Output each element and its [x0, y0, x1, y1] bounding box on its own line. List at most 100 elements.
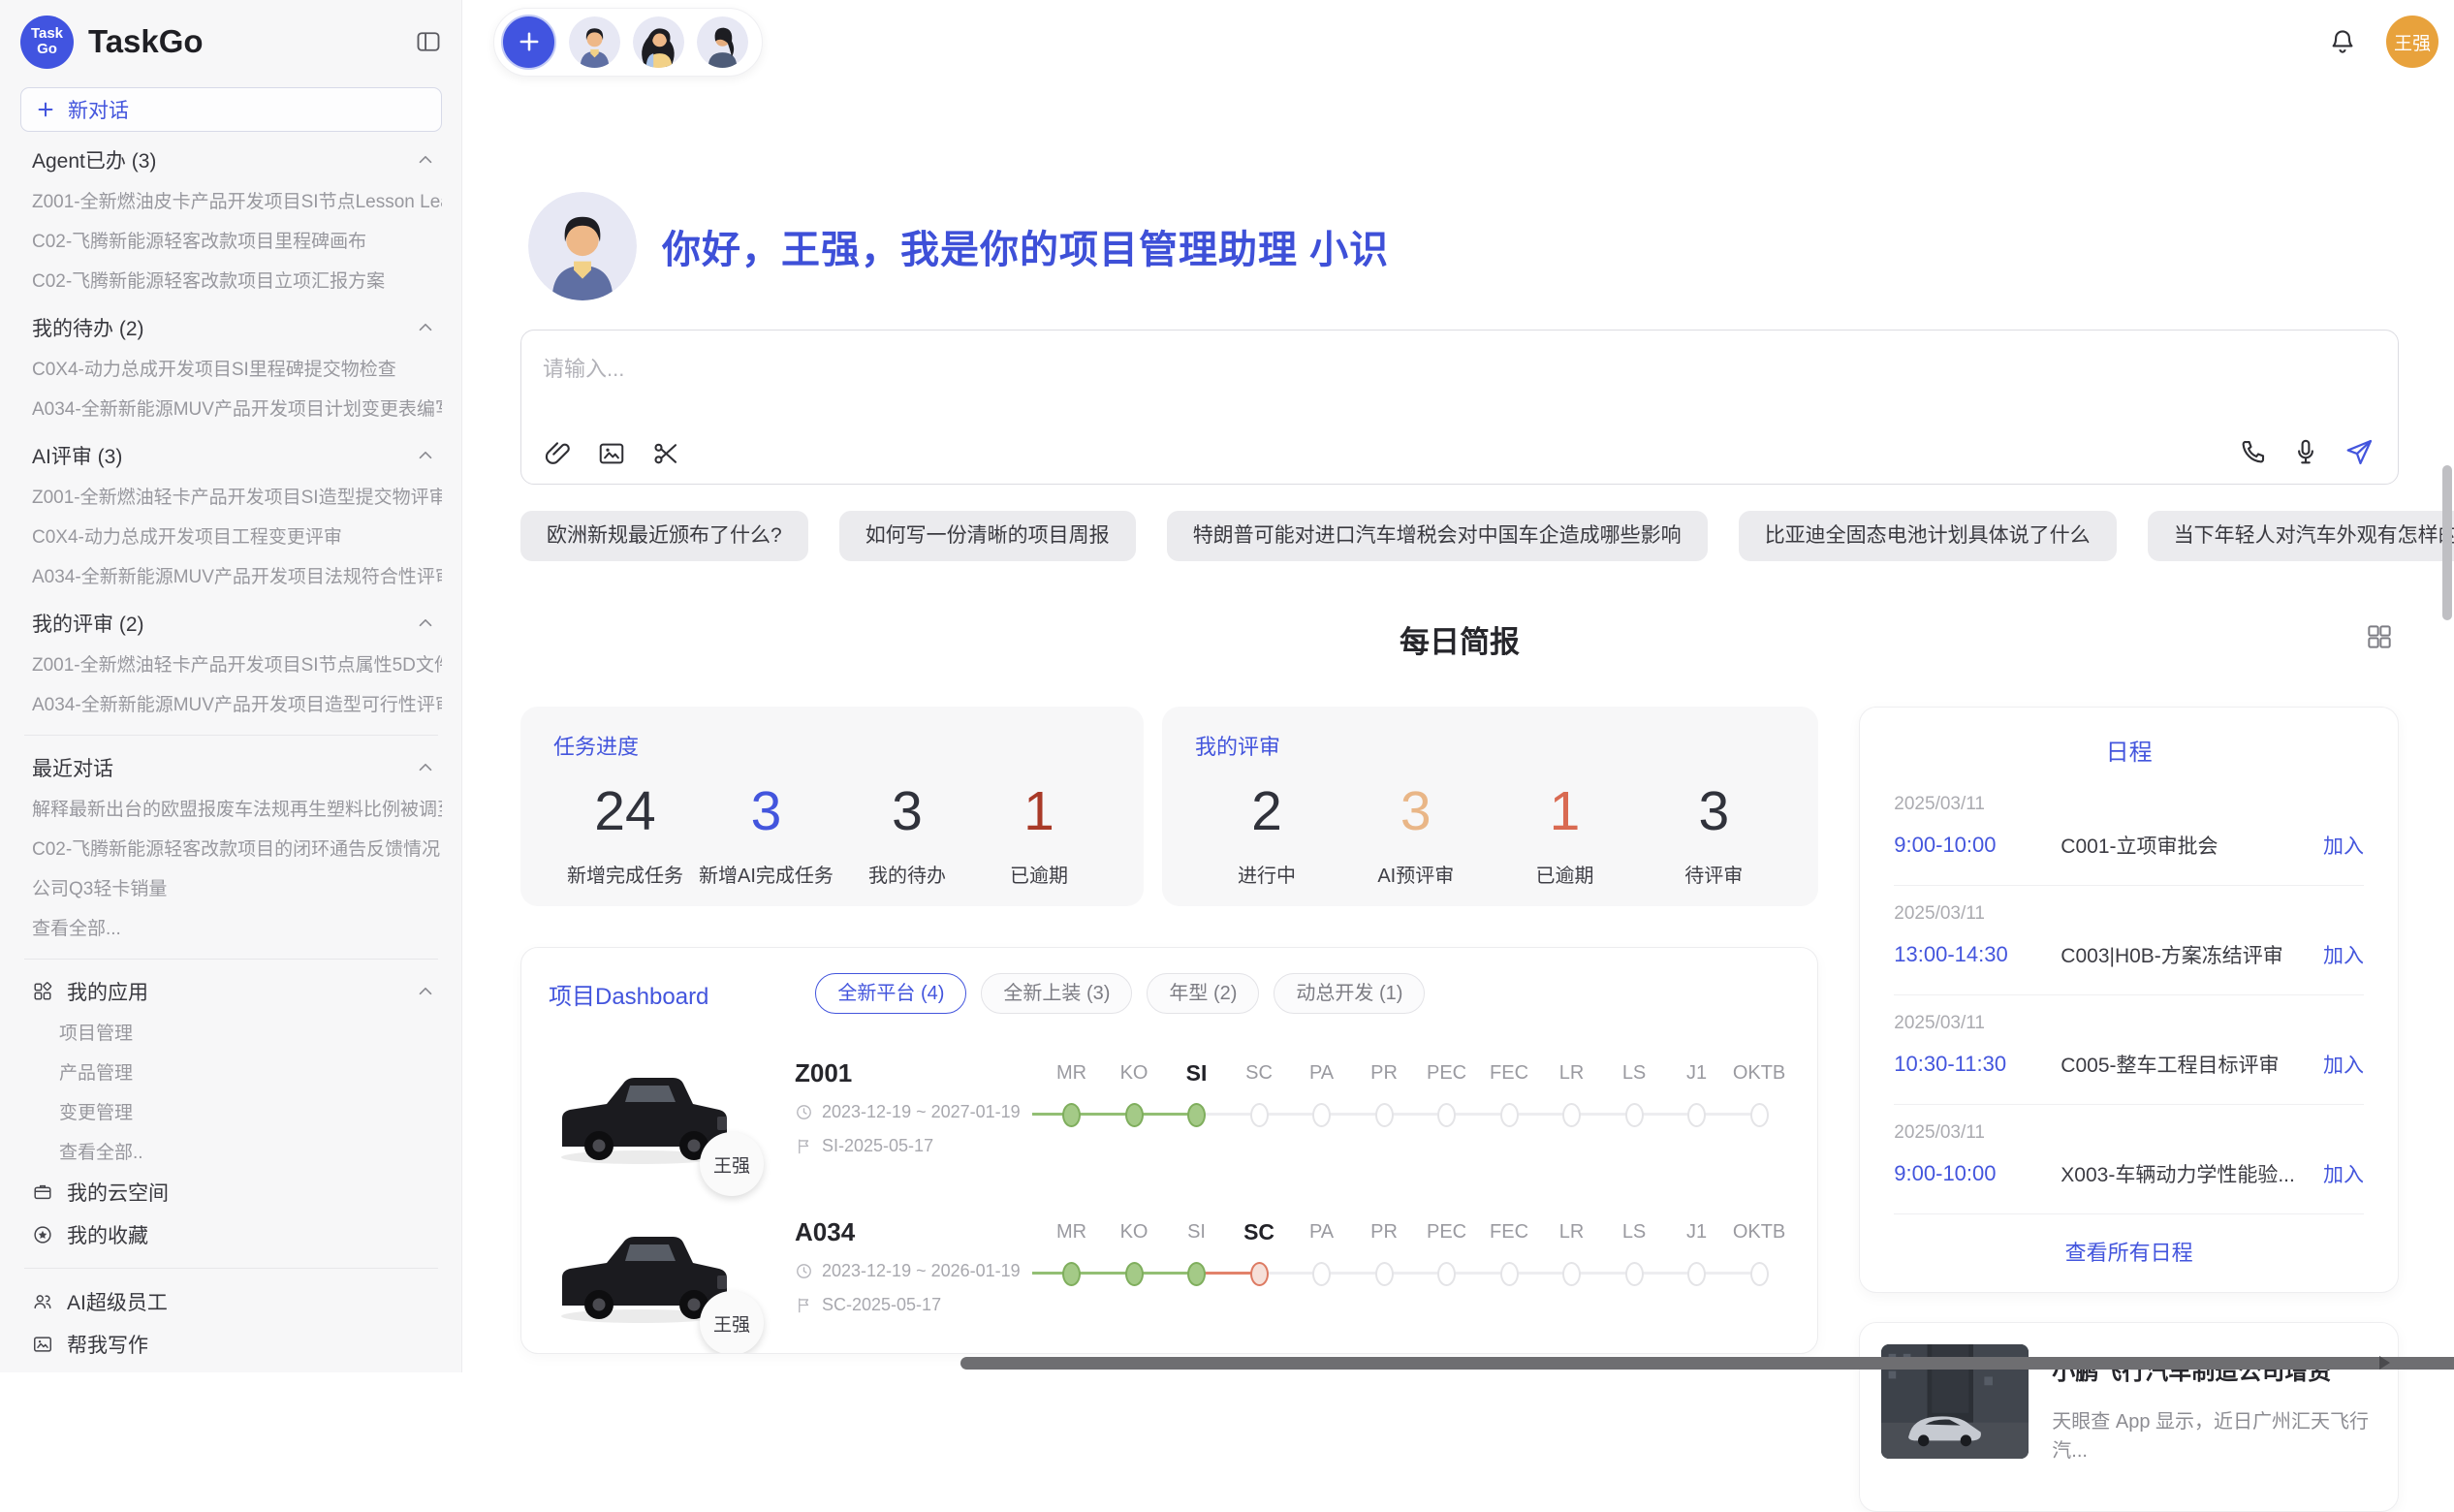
paperclip-icon[interactable] [543, 439, 572, 468]
milestone: MR [1040, 1058, 1103, 1127]
view-all-schedule-link[interactable]: 查看所有日程 [1894, 1214, 2364, 1292]
user-avatar[interactable]: 王强 [2386, 16, 2438, 68]
sidebar-item-label: 我的收藏 [67, 1220, 148, 1249]
sidebar-collapse-icon[interactable] [415, 28, 442, 55]
stat-value: 3 [699, 780, 834, 842]
sidebar-item[interactable]: C0X4-动力总成开发项目工程变更评审 [20, 516, 442, 555]
sidebar-item[interactable]: Z001-全新燃油轻卡产品开发项目SI节点属性5D文件评审 [20, 644, 442, 683]
milestone-label: OKTB [1733, 1217, 1785, 1246]
milestone-label: LS [1622, 1217, 1646, 1246]
project-date-range: 2023-12-19 ~ 2026-01-19 [822, 1261, 1021, 1281]
sidebar-item[interactable]: 查看全部... [20, 907, 442, 947]
image-icon[interactable] [597, 439, 626, 468]
dashboard-tab[interactable]: 全新上装 (3) [981, 973, 1132, 1014]
join-link[interactable]: 加入 [2323, 831, 2364, 860]
suggestion-chip[interactable]: 欧洲新规最近颁布了什么? [520, 511, 808, 561]
sidebar-item-star-badge[interactable]: 我的收藏 [20, 1213, 442, 1256]
send-icon[interactable] [2344, 437, 2375, 468]
sidebar-item[interactable]: Z001-全新燃油皮卡产品开发项目SI节点Lesson Learn报告 [20, 180, 442, 220]
stat-value: 1 [981, 780, 1097, 842]
sidebar-item-people[interactable]: AI超级员工 [20, 1280, 442, 1323]
suggestion-chip[interactable]: 比亚迪全固态电池计划具体说了什么 [1739, 511, 2117, 561]
sidebar-item[interactable]: 变更管理 [20, 1091, 442, 1131]
phone-icon[interactable] [2239, 437, 2268, 468]
sidebar-item[interactable]: 解释最新出台的欧盟报废车法规再生塑料比例被调至15%... [20, 788, 442, 828]
schedule-event-title: C003|H0B-方案冻结评审 [2061, 940, 2313, 969]
milestone: PA [1290, 1058, 1353, 1127]
sidebar-item[interactable]: C02-飞腾新能源轻客改款项目立项汇报方案 [20, 260, 442, 299]
dashboard-tab[interactable]: 动总开发 (1) [1274, 973, 1425, 1014]
sidebar-item[interactable]: C02-飞腾新能源轻客改款项目的闭环通告反馈情况 [20, 828, 442, 867]
avatar[interactable] [633, 16, 684, 68]
sidebar-section-header[interactable]: 我的待办 (2) [20, 307, 442, 348]
clock-icon [795, 1262, 813, 1280]
sidebar-item[interactable]: 公司Q3轻卡销量 [20, 867, 442, 907]
news-card[interactable]: 小鹏飞行汽车制造公司增资 天眼查 App 显示，近日广州汇天飞行汽... [1859, 1322, 2399, 1512]
stat-label: 我的待办 [849, 860, 965, 888]
sidebar-item[interactable]: 产品管理 [20, 1052, 442, 1091]
join-link[interactable]: 加入 [2323, 1159, 2364, 1188]
vertical-scrollbar[interactable] [2442, 465, 2452, 620]
divider [24, 959, 438, 960]
suggestion-chip[interactable]: 特朗普可能对进口汽车增税会对中国车企造成哪些影响 [1167, 511, 1708, 561]
sidebar-item-box[interactable]: 我的云空间 [20, 1171, 442, 1213]
new-chat-button[interactable]: 新对话 [20, 87, 442, 132]
avatar[interactable] [569, 16, 620, 68]
sidebar-item[interactable]: A034-全新新能源MUV产品开发项目法规符合性评审 [20, 555, 442, 595]
project-date-range: 2023-12-19 ~ 2027-01-19 [822, 1102, 1021, 1122]
milestone-label: SI [1186, 1058, 1208, 1087]
horizontal-scrollbar[interactable] [960, 1357, 2454, 1370]
dashboard-tabs: 全新平台 (4) 全新上装 (3) 年型 (2) 动总开发 (1) [815, 973, 1425, 1014]
sidebar-section-header[interactable]: AI评审 (3) [20, 435, 442, 476]
chevron-up-icon [415, 317, 436, 338]
scissors-icon[interactable] [651, 439, 680, 468]
dashboard-tab[interactable]: 年型 (2) [1147, 973, 1259, 1014]
milestone-label: PA [1309, 1217, 1334, 1246]
milestone-dot [1625, 1262, 1644, 1286]
milestone-dot [1312, 1103, 1331, 1127]
sidebar-item[interactable]: 查看全部.. [20, 1131, 442, 1171]
suggestion-chip[interactable]: 如何写一份清晰的项目周报 [839, 511, 1136, 561]
milestone: LS [1603, 1058, 1666, 1127]
chevron-up-icon [415, 149, 436, 171]
project-row[interactable]: 王强A0342023-12-19 ~ 2026-01-19SC-2025-05-… [549, 1215, 1790, 1332]
sidebar-item[interactable]: A034-全新新能源MUV产品开发项目计划变更表编写 [20, 388, 442, 427]
add-contact-button[interactable] [501, 15, 556, 70]
sidebar-section-header[interactable]: 最近对话 [20, 747, 442, 788]
owner-badge: 王强 [700, 1132, 764, 1196]
schedule-entry: 2025/03/1113:00-14:30C003|H0B-方案冻结评审加入 [1894, 886, 2364, 995]
sidebar-section-header[interactable]: 我的评审 (2) [20, 603, 442, 644]
sidebar-item[interactable]: C0X4-动力总成开发项目SI里程碑提交物检查 [20, 348, 442, 388]
chevron-up-icon [415, 757, 436, 778]
sidebar-item[interactable]: 项目管理 [20, 1012, 442, 1052]
suggestion-chip[interactable]: 当下年轻人对汽车外观有怎样的喜好趋势 [2148, 511, 2454, 561]
sidebar-item-quill[interactable]: 创意制图 [20, 1366, 442, 1372]
stat-value: 1 [1507, 780, 1623, 842]
milestone-dot [1562, 1103, 1581, 1127]
milestone-label: MR [1056, 1217, 1086, 1246]
sidebar-item-picture[interactable]: 帮我写作 [20, 1323, 442, 1366]
milestone-dot [1437, 1262, 1456, 1286]
notification-bell-icon[interactable] [2328, 27, 2357, 56]
microphone-icon[interactable] [2291, 437, 2320, 468]
sidebar-section-header[interactable]: Agent已办 (3) [20, 140, 442, 180]
sidebar-section-header[interactable]: 我的应用 [20, 971, 442, 1012]
join-link[interactable]: 加入 [2323, 940, 2364, 969]
stat-label: 新增AI完成任务 [699, 860, 834, 888]
milestone-label: LS [1622, 1058, 1646, 1087]
dashboard-tab[interactable]: 全新平台 (4) [815, 973, 966, 1014]
sidebar-item[interactable]: A034-全新新能源MUV产品开发项目造型可行性评审 [20, 683, 442, 723]
milestone-label: FEC [1490, 1058, 1528, 1087]
sidebar: Task Go TaskGo 新对话 Agent已办 (3)Z001-全新燃油皮… [0, 0, 462, 1372]
sidebar-section-title: 我的评审 (2) [32, 609, 415, 638]
sidebar-item[interactable]: Z001-全新燃油轻卡产品开发项目SI造型提交物评审 [20, 476, 442, 516]
join-link[interactable]: 加入 [2323, 1050, 2364, 1079]
sidebar-item[interactable]: C02-飞腾新能源轻客改款项目里程碑画布 [20, 220, 442, 260]
layout-grid-icon[interactable] [2364, 621, 2395, 657]
project-row[interactable]: 王强Z0012023-12-19 ~ 2027-01-19SI-2025-05-… [549, 1056, 1790, 1173]
stat-card: 任务进度24新增完成任务3新增AI完成任务3我的待办1已逾期 [520, 707, 1144, 906]
chat-input[interactable]: 请输入... [543, 352, 2044, 383]
milestone-label: KO [1120, 1217, 1148, 1246]
scroll-right-arrow[interactable] [2379, 1356, 2390, 1370]
avatar[interactable] [697, 16, 748, 68]
